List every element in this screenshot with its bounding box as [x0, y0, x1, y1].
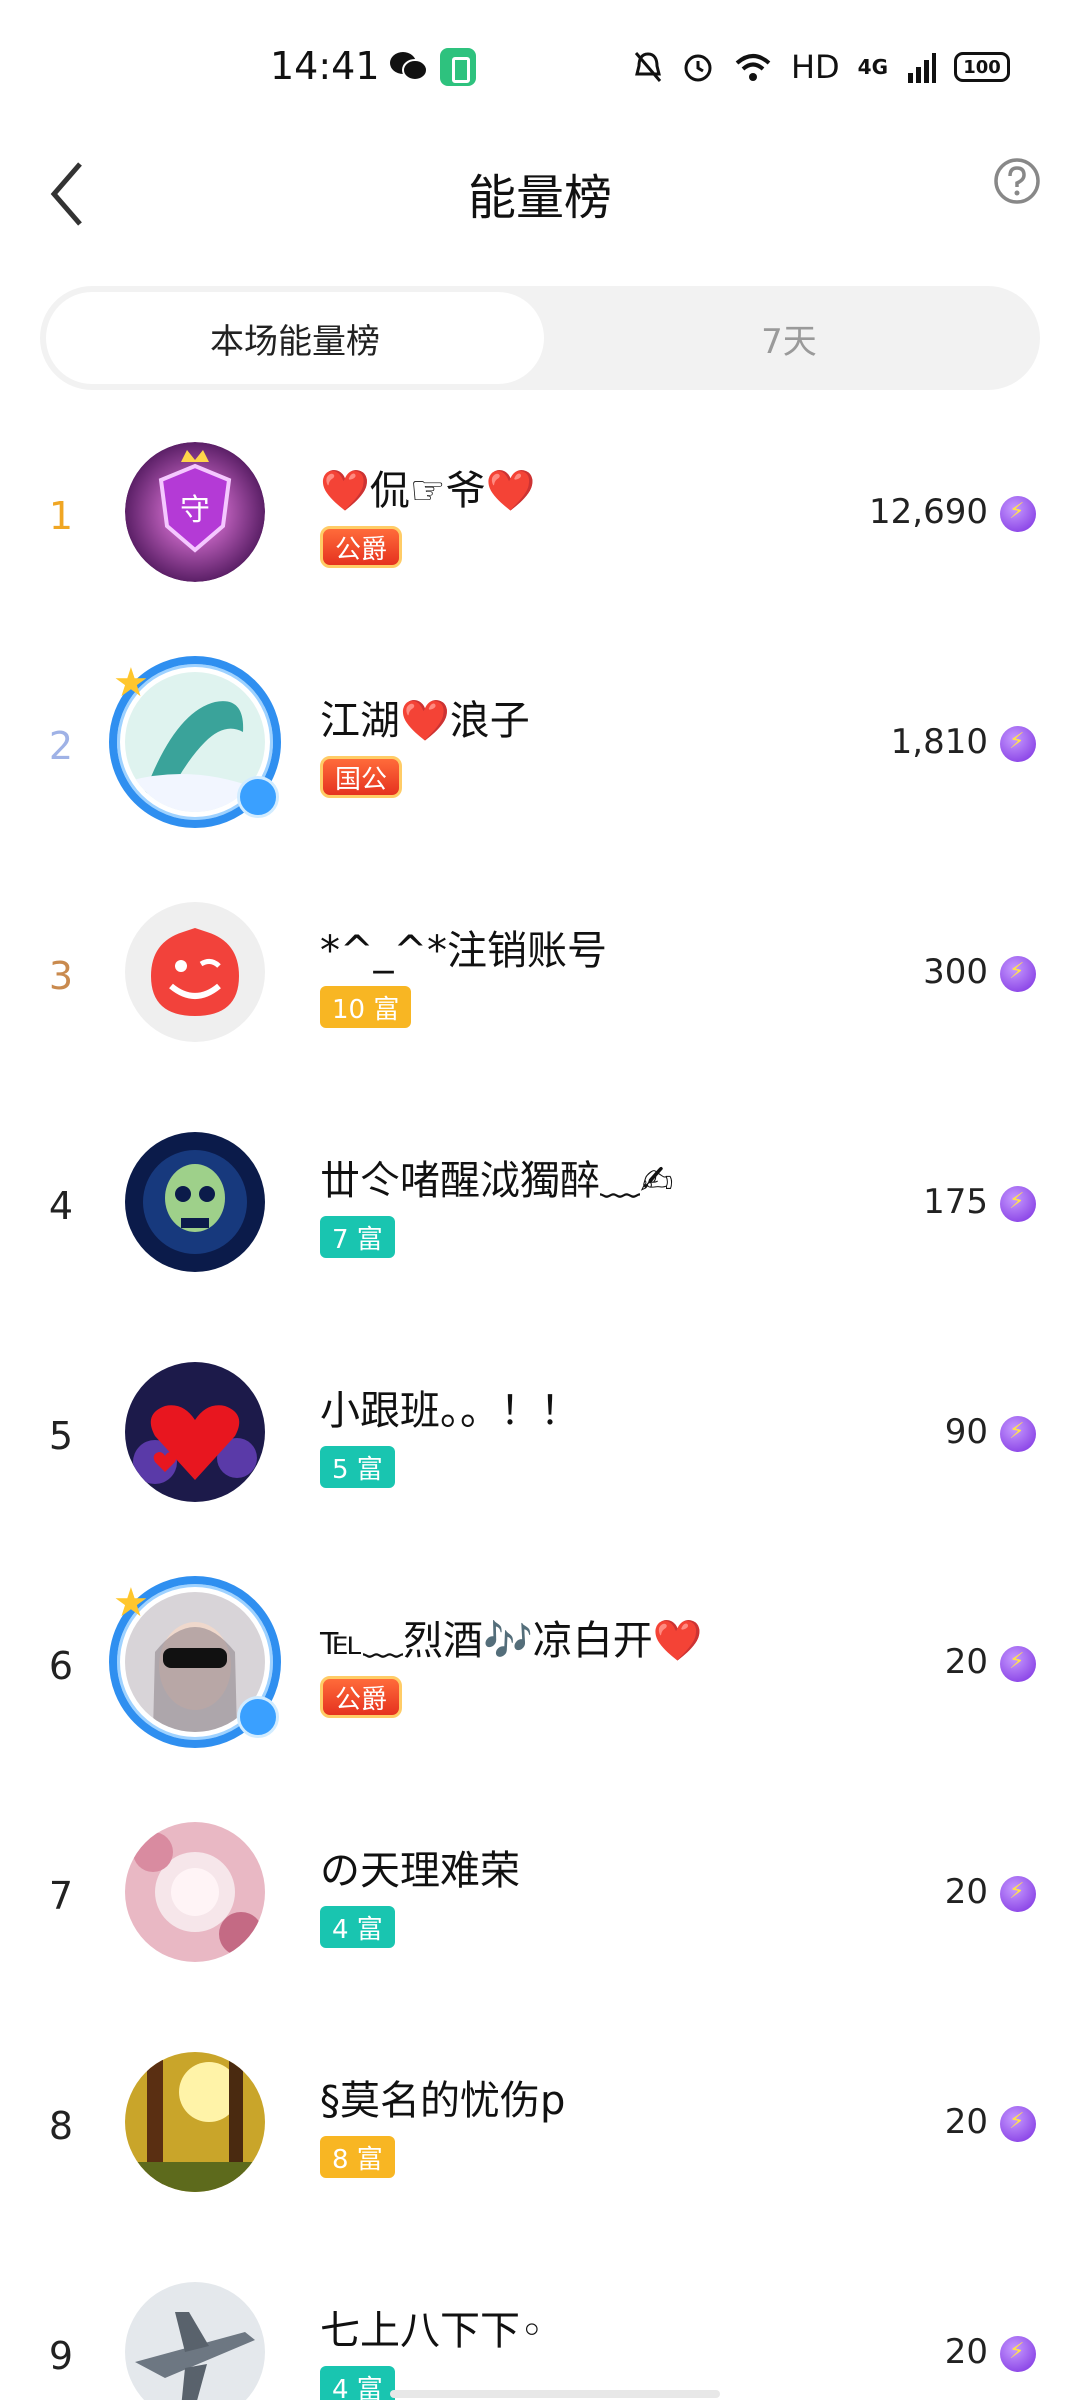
energy-icon: [1000, 1186, 1036, 1222]
user-name: 小跟班。。！！: [320, 1388, 580, 1434]
alarm-icon: [684, 54, 712, 82]
energy-icon: [1000, 1646, 1036, 1682]
energy-icon: [1000, 2336, 1036, 2372]
noble-badge: 公爵: [320, 1676, 403, 1718]
list-item[interactable]: 3 *^_^*注销账号 10 富 300: [0, 860, 1080, 1090]
energy-icon: [1000, 956, 1036, 992]
guardian-shield-avatar: 守: [125, 442, 265, 582]
avatar[interactable]: ★: [109, 1576, 281, 1748]
energy-icon: [1000, 726, 1036, 762]
mute-bell-icon: [634, 52, 662, 82]
energy-score: 1,810: [890, 722, 988, 762]
wealth-badge: 4 富: [320, 1906, 395, 1948]
battery-saver-icon: [440, 48, 476, 86]
wealth-badge: 8 富: [320, 2136, 395, 2178]
wechat-icon: [390, 52, 428, 81]
rank-number: 6: [48, 1644, 74, 1688]
user-name: 丗仒啫醒泧獨醉﹏✍: [320, 1158, 674, 1204]
wink-face-avatar: [125, 902, 265, 1042]
user-name: §莫名的忧伤p: [320, 2078, 566, 2124]
energy-score: 20: [944, 2332, 988, 2372]
noble-badge: 公爵: [320, 526, 403, 568]
status-time: 14:41: [270, 44, 380, 88]
scroll-indicator: [390, 2390, 720, 2398]
rank-number: 7: [48, 1874, 74, 1918]
avatar[interactable]: 守: [125, 442, 265, 582]
user-name: 七上八下下◦: [320, 2308, 544, 2354]
avatar[interactable]: [125, 2282, 265, 2400]
avatar[interactable]: [125, 902, 265, 1042]
battery-icon: 100: [954, 52, 1010, 82]
wealth-badge: 10 富: [320, 986, 412, 1028]
user-name: 江湖❤️浪子: [320, 698, 530, 744]
jet-avatar: [125, 2282, 265, 2400]
list-item[interactable]: 7 の天理难荣 4 富 20: [0, 1780, 1080, 2010]
planet-icon: [237, 1696, 279, 1738]
star-icon: ★: [113, 1580, 149, 1626]
list-item[interactable]: 2 ★ 江湖❤️浪子 国公 1,810: [0, 630, 1080, 860]
status-bar: 14:41 HD 4G 100: [0, 0, 1080, 140]
rank-number: 5: [48, 1414, 74, 1458]
planet-icon: [237, 776, 279, 818]
heart-avatar: [125, 1362, 265, 1502]
rank-number: 8: [48, 2104, 74, 2148]
tab-current-session[interactable]: 本场能量榜: [46, 292, 544, 384]
star-icon: ★: [113, 660, 149, 706]
status-right-icons: HD 4G 100: [633, 48, 1010, 86]
list-item[interactable]: 9 七上八下下◦ 4 富 20: [0, 2240, 1080, 2400]
user-name: *^_^*注销账号: [320, 928, 608, 974]
signal-icon: [908, 53, 936, 83]
rank-number: 9: [48, 2334, 74, 2378]
rank-number: 4: [48, 1184, 74, 1228]
network-type: 4G: [857, 55, 888, 79]
leaderboard-tabs: 本场能量榜 7天: [40, 286, 1040, 390]
avatar[interactable]: [125, 1362, 265, 1502]
battery-level: 100: [963, 56, 1001, 78]
list-item[interactable]: 4 丗仒啫醒泧獨醉﹏✍ 7 富 175: [0, 1090, 1080, 1320]
page-title: 能量榜: [467, 170, 612, 226]
energy-score: 20: [944, 1642, 988, 1682]
avatar[interactable]: [125, 1132, 265, 1272]
energy-icon: [1000, 496, 1036, 532]
svg-text:守: 守: [180, 493, 210, 528]
rank-number: 3: [48, 954, 74, 998]
list-item[interactable]: 5 小跟班。。！！ 5 富 90: [0, 1320, 1080, 1550]
tab-7-days[interactable]: 7天: [544, 292, 1034, 384]
hd-indicator: HD: [790, 48, 840, 86]
wealth-badge: 4 富: [320, 2366, 395, 2400]
list-item[interactable]: 1 守 ❤️侃☞爷❤️ 公爵 12,690: [0, 400, 1080, 630]
energy-icon: [1000, 1416, 1036, 1452]
skull-avatar: [125, 1132, 265, 1272]
energy-score: 20: [944, 2102, 988, 2142]
list-item[interactable]: 8 §莫名的忧伤p 8 富 20: [0, 2010, 1080, 2240]
energy-score: 90: [944, 1412, 988, 1452]
wifi-icon: [735, 54, 771, 81]
peony-avatar: [125, 1822, 265, 1962]
wealth-badge: 5 富: [320, 1446, 395, 1488]
list-item[interactable]: 6 ★ ℡﹏烈酒🎶凉白开❤️ 公爵 20: [0, 1550, 1080, 1780]
user-name: ℡﹏烈酒🎶凉白开❤️: [320, 1618, 703, 1664]
header: 能量榜: [0, 140, 1080, 270]
energy-icon: [1000, 1876, 1036, 1912]
energy-icon: [1000, 2106, 1036, 2142]
energy-score: 12,690: [869, 492, 988, 532]
forest-avatar: [125, 2052, 265, 2192]
energy-score: 300: [923, 952, 988, 992]
avatar[interactable]: [125, 2052, 265, 2192]
avatar[interactable]: ★: [109, 656, 281, 828]
rank-number: 1: [48, 494, 74, 538]
energy-score: 20: [944, 1872, 988, 1912]
user-name: の天理难荣: [320, 1848, 520, 1894]
avatar[interactable]: [125, 1822, 265, 1962]
energy-score: 175: [923, 1182, 988, 1222]
rank-number: 2: [48, 724, 74, 768]
wealth-badge: 7 富: [320, 1216, 395, 1258]
noble-badge: 国公: [320, 756, 403, 798]
help-icon[interactable]: [992, 156, 1042, 206]
user-name: ❤️侃☞爷❤️: [320, 468, 536, 514]
